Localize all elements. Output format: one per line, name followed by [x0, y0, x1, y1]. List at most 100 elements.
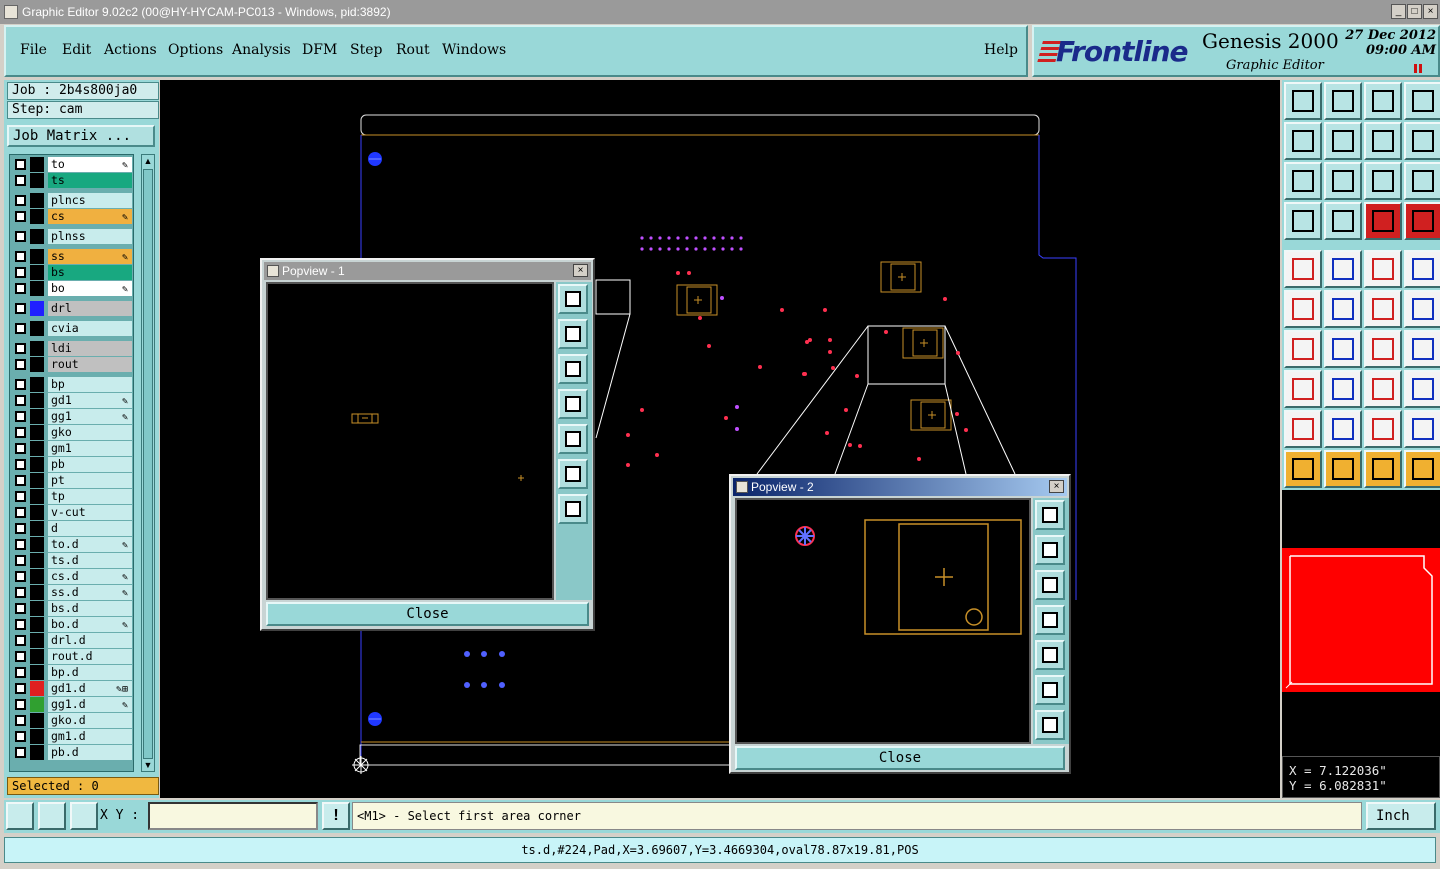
layer-color-chip[interactable] — [30, 665, 44, 680]
layer-row[interactable]: pb.d — [10, 745, 133, 760]
layer-checkbox[interactable] — [15, 175, 26, 186]
menu-file[interactable]: File — [20, 42, 47, 58]
layer-checkbox[interactable] — [15, 231, 26, 242]
layer-row[interactable]: rout.d — [10, 649, 133, 664]
layer-name[interactable]: gd1.d ✎⊞ — [48, 681, 132, 696]
graphic-canvas[interactable]: Popview - 1 × Close Popview - 2 × Close — [160, 80, 1280, 798]
layer-color-chip[interactable] — [30, 713, 44, 728]
layer-row[interactable]: gko — [10, 425, 133, 440]
layer-name[interactable]: drl — [48, 301, 132, 316]
layer-checkbox[interactable] — [15, 411, 26, 422]
layer-color-chip[interactable] — [30, 633, 44, 648]
help-icon[interactable] — [1404, 162, 1440, 200]
layer-color-chip[interactable] — [30, 729, 44, 744]
layer-color-chip[interactable] — [30, 357, 44, 372]
zoom-out-icon[interactable] — [1035, 710, 1065, 740]
layer-checkbox[interactable] — [15, 251, 26, 262]
pan-right-icon[interactable] — [1035, 640, 1065, 670]
scroll-down-icon[interactable]: ▼ — [143, 760, 153, 770]
measure-icon[interactable] — [1364, 370, 1402, 408]
layer-color-chip[interactable] — [30, 341, 44, 356]
layer-color-chip[interactable] — [30, 393, 44, 408]
popview-2-close-button[interactable]: Close — [735, 746, 1065, 770]
menu-step[interactable]: Step — [350, 42, 382, 58]
pan-left-icon[interactable] — [1284, 122, 1322, 160]
layer-color-chip[interactable] — [30, 569, 44, 584]
layer-row[interactable]: gd1.d ✎⊞ — [10, 681, 133, 696]
layer-row[interactable]: ss.d ✎ — [10, 585, 133, 600]
layer-row[interactable]: drl.d — [10, 633, 133, 648]
layer-color-chip[interactable] — [30, 473, 44, 488]
connect-icon[interactable] — [1284, 290, 1322, 328]
pan-left-icon[interactable] — [558, 389, 588, 419]
pan-right-icon[interactable] — [558, 424, 588, 454]
zoom-in-icon[interactable] — [558, 459, 588, 489]
layer-color-chip[interactable] — [30, 697, 44, 712]
layer-row[interactable]: v-cut — [10, 505, 133, 520]
layer-checkbox[interactable] — [15, 395, 26, 406]
zoom-window-icon[interactable] — [1035, 500, 1065, 530]
layer-feature-alt-icon[interactable] — [1404, 202, 1440, 240]
layer-row[interactable]: cvia — [10, 321, 133, 336]
layer-checkbox[interactable] — [15, 359, 26, 370]
layer-row[interactable]: ss ✎ — [10, 249, 133, 264]
layer-row[interactable]: ts — [10, 173, 133, 188]
popview-2-view[interactable] — [735, 498, 1031, 744]
layer-color-chip[interactable] — [30, 321, 44, 336]
menu-rout[interactable]: Rout — [396, 42, 430, 58]
layer-name[interactable]: pt — [48, 473, 132, 488]
zoom-window-icon[interactable] — [558, 284, 588, 314]
layer-checkbox[interactable] — [15, 619, 26, 630]
layer-checkbox[interactable] — [15, 491, 26, 502]
layer-row[interactable]: bs.d — [10, 601, 133, 616]
cross-icon[interactable] — [1324, 290, 1362, 328]
layer-checkbox[interactable] — [15, 715, 26, 726]
layer-checkbox[interactable] — [15, 731, 26, 742]
menu-actions[interactable]: Actions — [104, 42, 157, 58]
layer-checkbox[interactable] — [15, 267, 26, 278]
scroll-thumb[interactable] — [143, 169, 153, 759]
layer-name[interactable]: gg1.d ✎ — [48, 697, 132, 712]
layer-checkbox[interactable] — [15, 343, 26, 354]
layer-name[interactable]: to.d ✎ — [48, 537, 132, 552]
layer-name[interactable]: gd1 ✎ — [48, 393, 132, 408]
mirror-icon[interactable] — [1404, 330, 1440, 368]
layer-name[interactable]: plncs — [48, 193, 132, 208]
pan-down-icon[interactable] — [1035, 570, 1065, 600]
save-icon[interactable] — [1324, 82, 1362, 120]
layer-name[interactable]: to ✎ — [48, 157, 132, 172]
layer-row[interactable]: gg1.d ✎ — [10, 697, 133, 712]
dot-icon[interactable] — [1404, 250, 1440, 288]
layer-checkbox[interactable] — [15, 523, 26, 534]
layer-checkbox[interactable] — [15, 683, 26, 694]
layer-name[interactable]: plnss — [48, 229, 132, 244]
layer-row[interactable]: bo.d ✎ — [10, 617, 133, 632]
layer-name[interactable]: cvia — [48, 321, 132, 336]
layer-color-chip[interactable] — [30, 281, 44, 296]
layer-checkbox[interactable] — [15, 283, 26, 294]
layer-row[interactable]: to ✎ — [10, 157, 133, 172]
layer-color-chip[interactable] — [30, 489, 44, 504]
layer-checkbox[interactable] — [15, 571, 26, 582]
layer-checkbox[interactable] — [15, 507, 26, 518]
layer-name[interactable]: tp — [48, 489, 132, 504]
layer-row[interactable]: to.d ✎ — [10, 537, 133, 552]
pan-right-icon[interactable] — [1324, 122, 1362, 160]
layer-name[interactable]: pb.d — [48, 745, 132, 760]
layer-row[interactable]: gd1 ✎ — [10, 393, 133, 408]
layer-color-chip[interactable] — [30, 601, 44, 616]
layer-checkbox[interactable] — [15, 195, 26, 206]
layer-color-chip[interactable] — [30, 585, 44, 600]
layer-checkbox[interactable] — [15, 379, 26, 390]
layer-row[interactable]: rout — [10, 357, 133, 372]
layer-name[interactable]: cs.d ✎ — [48, 569, 132, 584]
layer-color-chip[interactable] — [30, 537, 44, 552]
pan-left-icon[interactable] — [1035, 605, 1065, 635]
layer-checkbox[interactable] — [15, 539, 26, 550]
layer-color-chip[interactable] — [30, 193, 44, 208]
line-draw-icon[interactable] — [1324, 250, 1362, 288]
layer-name[interactable]: ss.d ✎ — [48, 585, 132, 600]
layer-name[interactable]: cs ✎ — [48, 209, 132, 224]
layer-name[interactable]: ts.d — [48, 553, 132, 568]
route-icon[interactable] — [1404, 450, 1440, 488]
